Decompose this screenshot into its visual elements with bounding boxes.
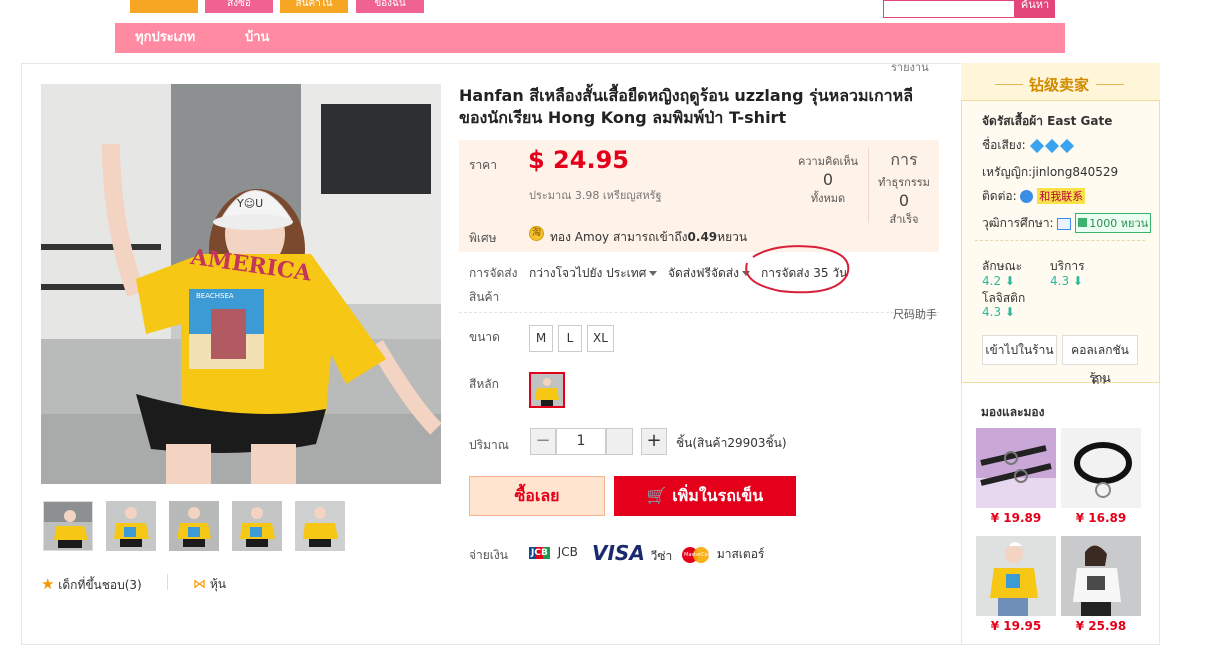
diamond-icon bbox=[1059, 138, 1074, 153]
section-divider bbox=[459, 312, 939, 313]
diamond-icon bbox=[1044, 138, 1059, 153]
quantity-spacer bbox=[606, 428, 633, 455]
color-label: สีหลัก bbox=[469, 377, 499, 391]
recommend-title: มองและมอง bbox=[981, 405, 1045, 419]
quantity-decrease-button[interactable]: − bbox=[530, 428, 556, 455]
recommend-item-2[interactable] bbox=[1061, 428, 1141, 508]
top-orange-tab[interactable] bbox=[130, 0, 198, 13]
thumbnail-2[interactable] bbox=[106, 501, 156, 551]
size-option-xl[interactable]: XL bbox=[587, 325, 614, 352]
share-link[interactable]: ⋈ หุ้น bbox=[193, 575, 226, 594]
contact-button[interactable]: 和我联系 bbox=[1037, 188, 1086, 204]
chevron-down-icon bbox=[649, 271, 658, 276]
taobao-coin-icon: 淘 bbox=[529, 226, 544, 241]
share-icon: ⋈ bbox=[193, 577, 206, 592]
top-button-mine[interactable]: ของฉัน bbox=[356, 0, 424, 13]
jcb-icon: JCB bbox=[529, 546, 550, 559]
price-value: $ 24.95 bbox=[528, 146, 629, 174]
report-link[interactable]: รายงาน bbox=[891, 58, 929, 76]
visa-icon: VISA bbox=[592, 541, 645, 565]
rating-value-service: 4.3 ⬇ bbox=[1050, 274, 1083, 288]
decor-line bbox=[995, 84, 1023, 85]
recommend-price-4: ¥ 25.98 bbox=[1075, 619, 1127, 633]
size-option-m[interactable]: M bbox=[529, 325, 553, 352]
special-text: ทอง Amoy สามารถเข้าถึง0.49หยวน bbox=[550, 230, 748, 244]
quantity-label: ปริมาณ bbox=[469, 438, 509, 452]
recommend-item-1[interactable] bbox=[976, 428, 1056, 508]
approx-price: ประมาณ 3.98 เหรียญสหรัฐ bbox=[529, 189, 662, 202]
transactions-stat[interactable]: การ ทำธุรกรรม 0 สำเร็จ bbox=[870, 148, 938, 228]
product-title: Hanfan สีเหลืองสั้นเสื้อยืดหญิงฤดูร้อน u… bbox=[459, 86, 914, 127]
main-product-image[interactable]: Y☺U AMERICA BEACHSEA bbox=[41, 84, 441, 484]
decor-line bbox=[1096, 84, 1124, 85]
ship-from-dropdown[interactable]: กว่างโจวไปยัง ประเทศ bbox=[529, 264, 658, 283]
top-button-order[interactable]: สั่งซื้อ bbox=[205, 0, 273, 13]
nav-all-categories[interactable]: ทุกประเภท bbox=[135, 23, 195, 53]
enter-store-button[interactable]: เข้าไปในร้าน bbox=[982, 335, 1057, 365]
cart-icon: 🛒 bbox=[646, 486, 667, 505]
star-icon: ★ bbox=[41, 575, 55, 593]
divider bbox=[167, 574, 168, 590]
special-label: พิเศษ bbox=[469, 231, 497, 245]
payment-label: จ่ายเงิน bbox=[469, 548, 508, 562]
cap-print: Y☺U bbox=[236, 197, 263, 210]
arrow-down-icon: ⬇ bbox=[1004, 274, 1015, 288]
collect-store-button[interactable]: คอลเลกชันร้าน bbox=[1062, 335, 1138, 385]
wallet-icon bbox=[1078, 218, 1088, 227]
stock-info: ชิ้น(สินค้า29903ชิ้น) bbox=[676, 436, 787, 450]
size-option-l[interactable]: L bbox=[558, 325, 582, 352]
color-option-yellow[interactable] bbox=[529, 372, 565, 408]
nav-home[interactable]: บ้าน bbox=[245, 23, 269, 53]
payment-jcb: JCB JCB bbox=[529, 545, 578, 559]
top-button-cart[interactable]: สินค้าใน bbox=[280, 0, 348, 13]
thumbnail-3[interactable] bbox=[169, 501, 219, 551]
search-input[interactable] bbox=[883, 0, 1015, 18]
quantity-input[interactable]: 1 bbox=[556, 428, 606, 455]
recommend-item-3[interactable] bbox=[976, 536, 1056, 616]
recommend-price-3: ¥ 19.95 bbox=[990, 619, 1042, 633]
rating-value-logistics: 4.3 ⬇ bbox=[982, 305, 1015, 319]
arrow-down-icon: ⬇ bbox=[1072, 274, 1083, 288]
seller-badge: 钻级卖家 bbox=[1029, 76, 1090, 94]
search-button[interactable]: ค้นหา bbox=[1015, 0, 1055, 18]
rating-value-description: 4.2 ⬇ bbox=[982, 274, 1015, 288]
shipping-label: การจัดส่ง bbox=[469, 266, 518, 280]
category-nav: ทุกประเภท บ้าน bbox=[115, 23, 1065, 53]
payment-mastercard: MasterCard มาสเตอร์ bbox=[682, 546, 765, 563]
size-helper-link[interactable]: 尺码助手 bbox=[893, 306, 937, 322]
price-label: ราคา bbox=[469, 158, 497, 172]
recommend-price-1: ¥ 19.89 bbox=[990, 511, 1042, 525]
thumbnail-4[interactable] bbox=[232, 501, 282, 551]
thumbnail-5[interactable] bbox=[295, 501, 345, 551]
reviews-stat[interactable]: ความคิดเห็น 0 ทั้งหมด bbox=[793, 152, 863, 207]
store-name[interactable]: จัดรัสเสื้อผ้า East Gate bbox=[982, 112, 1112, 131]
education: วุฒิการศึกษา: 1000 หยวน bbox=[982, 213, 1152, 233]
thumbnail-1[interactable] bbox=[43, 501, 93, 551]
id-card-icon bbox=[1057, 217, 1072, 230]
mastercard-icon: MasterCard bbox=[682, 546, 710, 563]
beach-print: BEACHSEA bbox=[196, 292, 234, 300]
merchant-id: เหรัญญิก:jinlong840529 bbox=[982, 165, 1119, 179]
chat-icon bbox=[1020, 190, 1034, 203]
add-to-cart-button[interactable]: 🛒 เพิ่มในรถเข็น bbox=[614, 476, 796, 516]
reputation: ชื่อเสียง: bbox=[982, 136, 1075, 155]
product-photo-illustration: Y☺U AMERICA BEACHSEA bbox=[41, 84, 441, 484]
payment-visa: VISA วีซ่า bbox=[592, 541, 673, 565]
arrow-down-icon: ⬇ bbox=[1004, 305, 1015, 319]
shipping-label-2: สินค้า bbox=[469, 290, 500, 304]
recommend-item-4[interactable] bbox=[1061, 536, 1141, 616]
recommend-price-2: ¥ 16.89 bbox=[1075, 511, 1127, 525]
contact: ติดต่อ: 和我联系 bbox=[982, 188, 1086, 204]
deposit-badge: 1000 หยวน bbox=[1075, 213, 1152, 233]
favorite-link[interactable]: ★ เด็กที่ขึ้นชอบ(3) bbox=[41, 575, 142, 595]
size-label: ขนาด bbox=[469, 330, 500, 344]
stat-divider bbox=[868, 148, 869, 223]
diamond-icon bbox=[1029, 138, 1044, 153]
red-circle-annotation bbox=[745, 245, 850, 294]
quantity-increase-button[interactable]: + bbox=[641, 428, 667, 455]
buy-now-button[interactable]: ซื้อเลย bbox=[469, 476, 605, 516]
seller-divider bbox=[975, 240, 1145, 241]
